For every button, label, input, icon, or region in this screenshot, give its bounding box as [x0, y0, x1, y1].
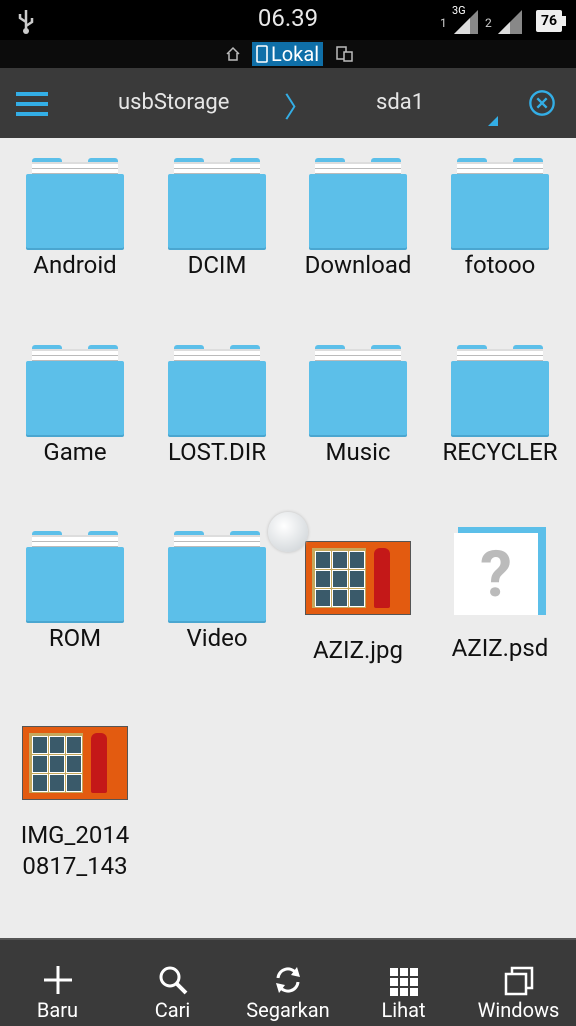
- bottom-action-bar: Baru Cari Segarkan Lihat Windows: [0, 938, 576, 1026]
- home-icon[interactable]: [225, 46, 241, 62]
- folder-item[interactable]: Download: [288, 138, 428, 281]
- status-bar: 06.39 1 3G 2 76: [0, 0, 576, 40]
- search-button-label: Cari: [154, 998, 191, 1022]
- folder-item[interactable]: LOST.DIR: [147, 325, 287, 468]
- image-file-item[interactable]: IMG_20140817_143: [5, 688, 145, 882]
- file-name: AZIZ.jpg: [313, 636, 403, 664]
- file-name: Video: [186, 624, 248, 652]
- sim2-label: 2: [485, 16, 492, 30]
- folder-item[interactable]: ROM: [5, 511, 145, 654]
- folder-icon: [451, 345, 549, 437]
- menu-icon[interactable]: [16, 92, 48, 116]
- local-location-button[interactable]: Lokal: [252, 42, 324, 66]
- file-name: LOST.DIR: [167, 438, 267, 466]
- folder-icon: [309, 158, 407, 250]
- folder-item[interactable]: Music: [288, 325, 428, 468]
- sim1-label: 1: [440, 16, 447, 30]
- windows-button[interactable]: Windows: [461, 940, 576, 1026]
- folder-item[interactable]: fotooo: [430, 138, 570, 281]
- breadcrumb-separator-icon: 〉: [284, 91, 313, 124]
- local-location-label: Lokal: [271, 42, 320, 66]
- folder-icon: [168, 531, 266, 623]
- folder-icon: [309, 345, 407, 437]
- image-thumbnail: [22, 726, 128, 800]
- signal-icon-sim2: [498, 10, 522, 34]
- file-name: DCIM: [187, 251, 247, 279]
- folder-item[interactable]: DCIM: [147, 138, 287, 281]
- folder-item[interactable]: Video: [147, 511, 287, 654]
- search-icon: [159, 966, 187, 995]
- folder-item[interactable]: Game: [5, 325, 145, 468]
- breadcrumb-sda1[interactable]: sda1: [376, 90, 424, 115]
- folder-icon: [168, 158, 266, 250]
- refresh-button-label: Segarkan: [246, 998, 330, 1022]
- signal-icon-sim1: [454, 10, 478, 34]
- grid-view-icon: [389, 968, 418, 996]
- path-dropdown-icon[interactable]: [488, 116, 498, 126]
- view-button[interactable]: Lihat: [346, 940, 461, 1026]
- windows-button-label: Windows: [477, 998, 560, 1022]
- file-name: AZIZ.psd: [451, 634, 549, 662]
- file-name: fotooo: [464, 251, 536, 279]
- file-name: Music: [325, 438, 391, 466]
- file-name: IMG_20140817_143: [20, 821, 130, 880]
- view-button-label: Lihat: [381, 998, 426, 1022]
- close-icon[interactable]: [528, 89, 556, 117]
- refresh-icon: [276, 967, 300, 993]
- folder-icon: [26, 158, 124, 250]
- psd-file-item[interactable]: ? AZIZ.psd: [430, 503, 570, 664]
- folder-item[interactable]: Android: [5, 138, 145, 281]
- file-name: Download: [304, 251, 412, 279]
- phone-icon: [256, 45, 268, 63]
- battery-icon: 76: [536, 10, 566, 32]
- network-location-icon[interactable]: [336, 45, 354, 63]
- refresh-button[interactable]: Segarkan: [230, 940, 346, 1026]
- file-name: ROM: [48, 624, 102, 652]
- image-thumbnail: [305, 541, 411, 615]
- folder-icon: [26, 531, 124, 623]
- search-button[interactable]: Cari: [115, 940, 230, 1026]
- folder-icon: [168, 345, 266, 437]
- image-file-item[interactable]: AZIZ.jpg: [288, 503, 428, 666]
- new-button[interactable]: Baru: [0, 940, 115, 1026]
- file-name: Game: [43, 438, 107, 466]
- windows-icon: [504, 966, 533, 996]
- loading-indicator: [268, 512, 308, 552]
- file-name: Android: [33, 251, 117, 279]
- unknown-file-icon: ?: [454, 527, 546, 615]
- folder-icon: [26, 345, 124, 437]
- breadcrumb-usbstorage[interactable]: usbStorage: [118, 90, 229, 115]
- path-toolbar: usbStorage 〉 sda1: [0, 68, 576, 138]
- plus-icon: [43, 966, 72, 994]
- folder-icon: [451, 158, 549, 250]
- folder-item[interactable]: RECYCLER: [430, 325, 570, 468]
- new-button-label: Baru: [36, 998, 79, 1022]
- file-name: RECYCLER: [442, 438, 558, 466]
